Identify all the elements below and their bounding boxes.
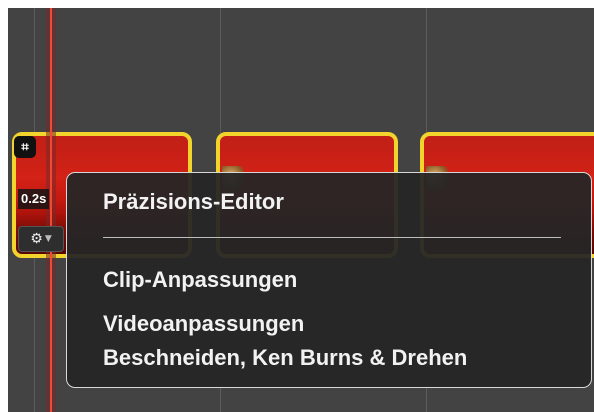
menu-item-precision-editor[interactable]: Präzisions-Editor	[103, 189, 284, 215]
chevron-down-icon: ▼	[44, 234, 52, 244]
menu-item-video-adjustments[interactable]: Videoanpassungen	[103, 311, 304, 337]
clip-duration-label: 0.2s	[18, 189, 50, 209]
menu-item-crop-ken-burns-rotate[interactable]: Beschneiden, Ken Burns & Drehen	[103, 345, 467, 371]
crop-icon[interactable]: ⌗	[14, 136, 36, 158]
menu-separator	[103, 237, 561, 238]
menu-item-clip-adjustments[interactable]: Clip-Anpassungen	[103, 267, 297, 293]
playhead[interactable]	[50, 8, 52, 412]
clip-action-menu: Präzisions-Editor Clip-Anpassungen Video…	[66, 172, 592, 388]
gear-icon: ⚙	[30, 231, 43, 247]
clip-action-button[interactable]: ⚙ ▼	[18, 226, 64, 252]
